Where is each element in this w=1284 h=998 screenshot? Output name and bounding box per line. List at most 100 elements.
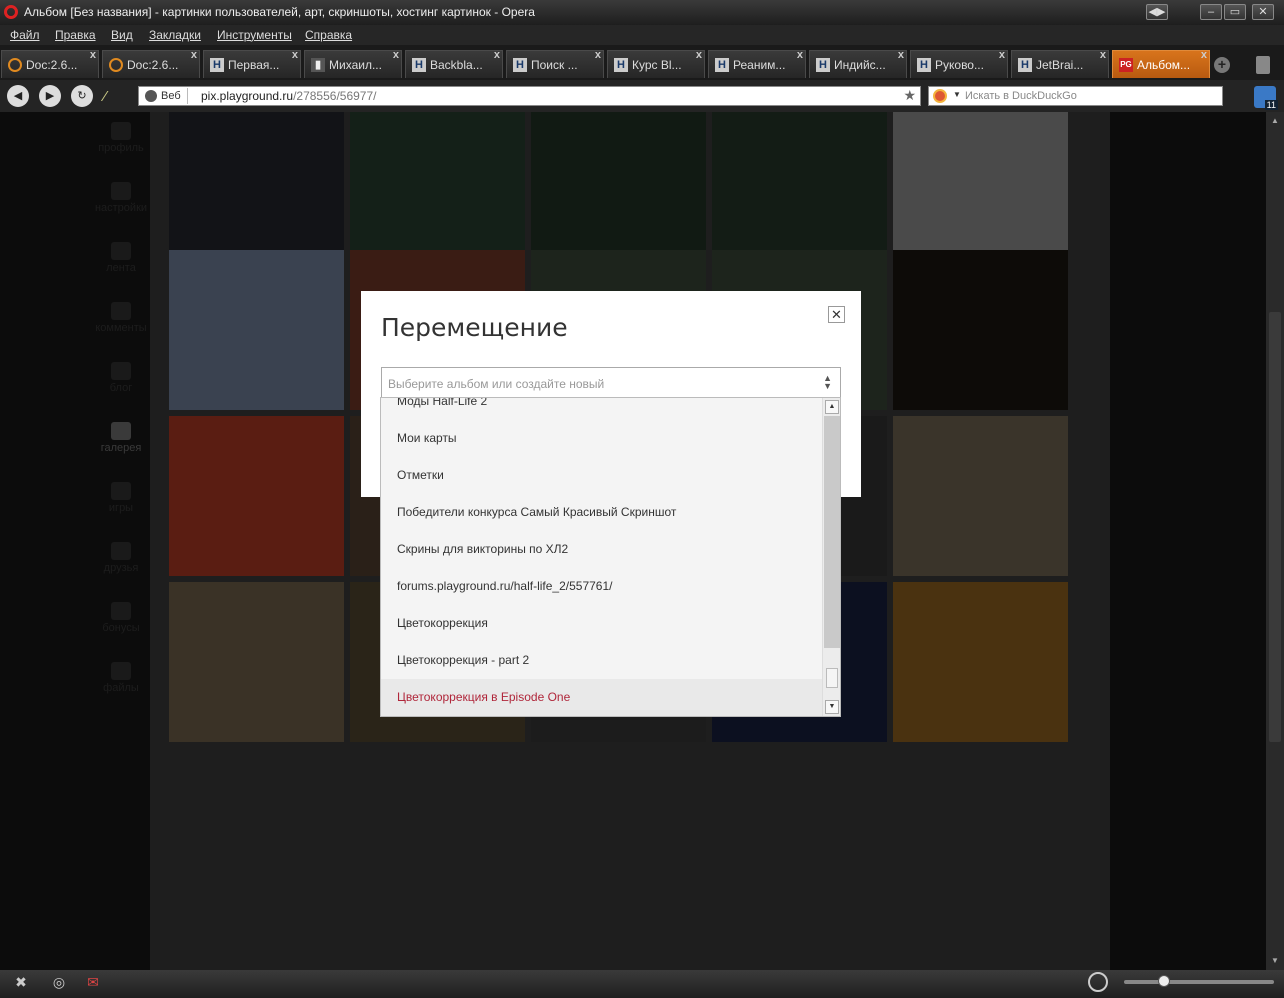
reload-button[interactable]: ↻ [71, 85, 93, 107]
tab-close-icon[interactable]: x [898, 49, 904, 61]
menu-bookmarks[interactable]: Закладки [149, 28, 201, 42]
tools-icon[interactable]: ✖ [12, 974, 30, 992]
tab[interactable]: H Поиск ... x [506, 49, 604, 78]
gallery-thumbnail[interactable] [350, 112, 525, 272]
sidebar-item-gallery[interactable]: галерея [82, 422, 160, 454]
gift-icon [111, 602, 131, 620]
sidebar-item-label: бонусы [102, 622, 140, 634]
sidebar-item-profile[interactable]: профиль [82, 122, 160, 154]
menu-edit[interactable]: Правка [55, 28, 96, 42]
scroll-down-icon[interactable]: ▼ [1270, 956, 1280, 966]
dropdown-scroll-track[interactable] [824, 416, 840, 648]
address-field[interactable]: Веб pix.playground.ru/278556/56977/ ★ [138, 86, 921, 106]
pencil-icon [111, 362, 131, 380]
tab-close-icon[interactable]: x [696, 49, 702, 61]
tab[interactable]: H Backbla... x [405, 49, 503, 78]
gallery-thumbnail[interactable] [169, 112, 344, 272]
sidebar-item-friends[interactable]: друзья [82, 542, 160, 574]
tab-close-icon[interactable]: x [1100, 49, 1106, 61]
gallery-thumbnail[interactable] [893, 250, 1068, 410]
bookmark-star-icon[interactable]: ★ [903, 87, 916, 104]
tab-close-icon[interactable]: x [494, 49, 500, 61]
zoom-slider[interactable] [1124, 980, 1274, 984]
gallery-thumbnail[interactable] [712, 112, 887, 272]
tab-close-icon[interactable]: x [797, 49, 803, 61]
tab-close-icon[interactable]: x [90, 49, 96, 61]
list-item-selected[interactable]: Цветокоррекция в Episode One [381, 679, 823, 716]
close-window-button[interactable]: ✕ [1252, 4, 1274, 20]
menu-file[interactable]: Файл [10, 28, 40, 42]
scroll-up-icon[interactable]: ▲ [825, 400, 839, 414]
tab[interactable]: H Реаним... x [708, 49, 806, 78]
menu-tools[interactable]: Инструменты [217, 28, 292, 42]
list-item[interactable]: forums.playground.ru/half-life_2/557761/ [381, 568, 823, 605]
search-field[interactable]: ▼ Искать в DuckDuckGo [928, 86, 1223, 106]
list-item[interactable]: Цветокоррекция [381, 605, 823, 642]
forward-button[interactable]: ▶ [39, 85, 61, 107]
sidebar-item-settings[interactable]: настройки [82, 182, 160, 214]
site-badge[interactable]: Веб [141, 88, 188, 104]
list-item[interactable]: Победители конкурса Самый Красивый Скрин… [381, 494, 823, 531]
trash-icon[interactable] [1256, 56, 1270, 74]
tab-active[interactable]: PG Альбом... x [1112, 49, 1210, 78]
menu-view[interactable]: Вид [111, 28, 133, 42]
list-item[interactable]: Скрины для викторины по ХЛ2 [381, 531, 823, 568]
habr-icon: H [614, 58, 628, 72]
page-scrollbar[interactable]: ▲ ▼ [1266, 112, 1284, 970]
wand-icon[interactable]: ⁄ [104, 88, 124, 105]
album-dropdown-list[interactable]: Моды Half-Life 2 Мои карты Отметки Побед… [380, 397, 841, 717]
zoom-slider-handle[interactable] [1158, 975, 1170, 987]
scroll-up-icon[interactable]: ▲ [1270, 116, 1280, 126]
back-button[interactable]: ◀ [7, 85, 29, 107]
list-item[interactable]: Моды Half-Life 2 [381, 398, 823, 420]
site-sidebar: профиль настройки лента комменты блог га… [82, 112, 150, 970]
sidebar-item-bonuses[interactable]: бонусы [82, 602, 160, 634]
extension-icon[interactable]: 11 [1254, 86, 1278, 110]
tab[interactable]: ▮ Михаил... x [304, 49, 402, 78]
close-icon[interactable]: ✕ [828, 306, 845, 323]
sidebar-item-games[interactable]: игры [82, 482, 160, 514]
tab[interactable]: H Курс Bl... x [607, 49, 705, 78]
gallery-thumbnail[interactable] [169, 250, 344, 410]
dropdown-scrollbar[interactable]: ▲ ▼ [822, 398, 840, 716]
scrollbar-thumb[interactable] [1269, 312, 1281, 742]
tab-close-icon[interactable]: x [292, 49, 298, 61]
tab-close-icon[interactable]: x [191, 49, 197, 61]
menu-help[interactable]: Справка [305, 28, 352, 42]
gallery-thumbnail[interactable] [893, 416, 1068, 576]
new-tab-button[interactable]: + [1214, 57, 1230, 73]
tab[interactable]: H Первая... x [203, 49, 301, 78]
album-select[interactable]: Выберите альбом или создайте новый ▲ ▼ [381, 367, 841, 398]
list-item[interactable]: Мои карты [381, 420, 823, 457]
tab[interactable]: H JetBrai... x [1011, 49, 1109, 78]
zoom-icon[interactable] [1088, 972, 1108, 992]
gallery-thumbnail[interactable] [893, 582, 1068, 742]
minimize-button[interactable]: – [1200, 4, 1222, 20]
tab-close-icon[interactable]: x [393, 49, 399, 61]
sidebar-item-feed[interactable]: лента [82, 242, 160, 274]
gallery-thumbnail[interactable] [169, 582, 344, 742]
search-engine-dropdown-icon[interactable]: ▼ [953, 90, 961, 99]
tab[interactable]: H Индийс... x [809, 49, 907, 78]
mail-icon[interactable]: ✉ [84, 974, 102, 992]
gallery-thumbnail[interactable] [169, 416, 344, 576]
scroll-down-icon[interactable]: ▼ [825, 700, 839, 714]
opera-unite-icon[interactable]: ◎ [50, 974, 68, 992]
sidebar-item-comments[interactable]: комменты [82, 302, 160, 334]
tab-close-icon[interactable]: x [999, 49, 1005, 61]
list-item[interactable]: Цветокоррекция - part 2 [381, 642, 823, 679]
tab-close-icon[interactable]: x [1201, 49, 1207, 61]
gallery-thumbnail[interactable] [531, 112, 706, 272]
tab-cycle-button[interactable]: ◀▶ [1146, 4, 1168, 20]
tab[interactable]: H Руково... x [910, 49, 1008, 78]
tab-close-icon[interactable]: x [595, 49, 601, 61]
sidebar-item-label: игры [108, 502, 134, 514]
sidebar-item-blog[interactable]: блог [82, 362, 160, 394]
gallery-thumbnail[interactable] [893, 112, 1068, 272]
sidebar-item-files[interactable]: файлы [82, 662, 160, 694]
tab[interactable]: Doc:2.6... x [102, 49, 200, 78]
tab[interactable]: Doc:2.6... x [1, 49, 99, 78]
list-item[interactable]: Отметки [381, 457, 823, 494]
dropdown-scroll-thumb[interactable] [826, 668, 838, 688]
maximize-button[interactable]: ▭ [1224, 4, 1246, 20]
